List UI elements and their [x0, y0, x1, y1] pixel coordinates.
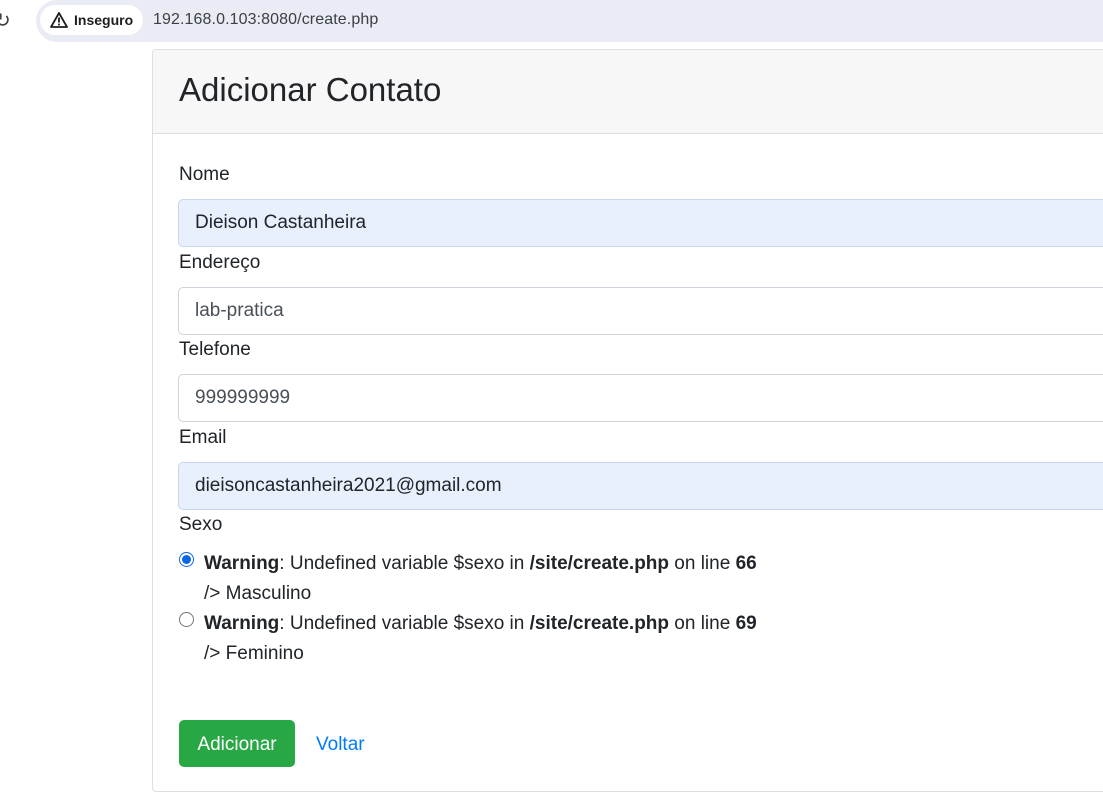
warning-message: : Undefined variable $sexo in	[279, 553, 530, 574]
warning-file: /site/create.php	[529, 553, 670, 574]
warning-message: : Undefined variable $sexo in	[279, 613, 530, 634]
nome-label: Nome	[179, 164, 230, 185]
telefone-input[interactable]: 999999999	[178, 374, 1103, 422]
reload-icon[interactable]: ↻	[0, 9, 14, 31]
warning-line-number: 69	[735, 613, 757, 634]
browser-toolbar: ↻ Inseguro 192.168.0.103:8080/create.php	[0, 0, 1103, 42]
nome-input[interactable]: Dieison Castanheira	[178, 199, 1103, 247]
telefone-label: Telefone	[179, 339, 251, 360]
url-text[interactable]: 192.168.0.103:8080/create.php	[153, 11, 378, 29]
address-bar[interactable]: Inseguro 192.168.0.103:8080/create.php	[36, 0, 1103, 42]
warning-line-number: 66	[735, 553, 757, 574]
warning-file: /site/create.php	[529, 613, 670, 634]
radio-feminino-label: /> Feminino	[204, 643, 304, 664]
email-label: Email	[179, 427, 227, 448]
card-header: Adicionar Contato	[153, 50, 1103, 134]
adicionar-button[interactable]: Adicionar	[179, 720, 295, 767]
email-input[interactable]: dieisoncastanheira2021@gmail.com	[178, 462, 1103, 510]
warning-label: Warning	[204, 553, 280, 574]
radio-masculino[interactable]	[179, 552, 194, 567]
page-title: Adicionar Contato	[179, 71, 442, 108]
endereco-label: Endereço	[179, 252, 261, 273]
warning-label: Warning	[204, 613, 280, 634]
sexo-label: Sexo	[179, 514, 223, 535]
warning-on-line: on line	[669, 613, 736, 634]
warning-on-line: on line	[669, 553, 736, 574]
radio-masculino-text: Warning: Undefined variable $sexo in /si…	[204, 549, 757, 609]
voltar-link[interactable]: Voltar	[316, 733, 365, 757]
radio-feminino[interactable]	[179, 612, 194, 627]
radio-feminino-text: Warning: Undefined variable $sexo in /si…	[204, 609, 757, 669]
endereco-input[interactable]: lab-pratica	[178, 287, 1103, 335]
radio-masculino-label: /> Masculino	[204, 583, 312, 604]
security-label: Inseguro	[74, 12, 134, 28]
warning-triangle-icon	[50, 12, 68, 28]
contact-form-card: Adicionar Contato Nome Dieison Castanhei…	[152, 49, 1103, 792]
security-chip[interactable]: Inseguro	[40, 5, 144, 35]
